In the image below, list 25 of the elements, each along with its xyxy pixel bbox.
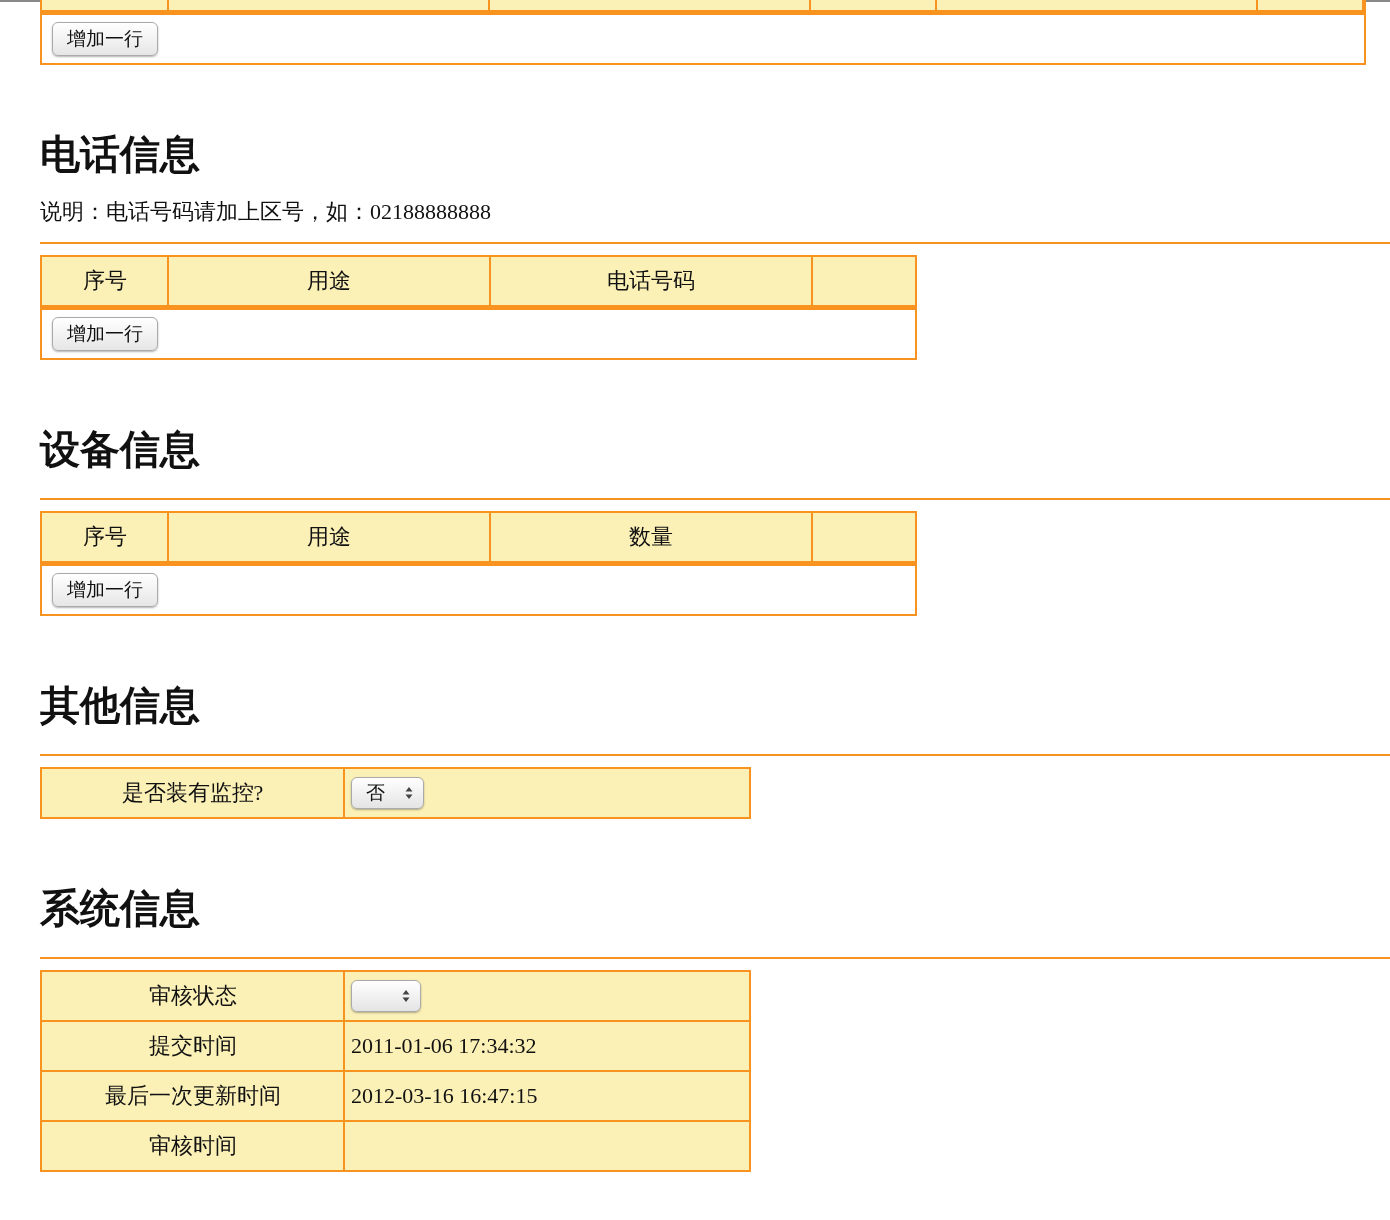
up-down-arrow-icon — [405, 786, 413, 800]
field-value: 2011-01-06 17:34:32 — [351, 1033, 537, 1059]
note-text: 说明：电话号码请加上区号，如：02188888888 — [40, 200, 492, 224]
field-value: 2012-03-16 16:47:15 — [351, 1083, 538, 1109]
field-label: 审核时间 — [42, 1122, 345, 1170]
field-label: 是否装有监控? — [42, 769, 345, 817]
column-header: 用途 — [169, 257, 491, 305]
section-heading: 系统信息 — [40, 885, 201, 933]
column-header: 数量 — [491, 513, 813, 561]
column-header: 序号 — [42, 513, 169, 561]
up-down-arrow-icon — [402, 989, 410, 1003]
section-heading: 设备信息 — [40, 426, 201, 474]
field-label: 提交时间 — [42, 1022, 345, 1070]
dropdown[interactable] — [351, 980, 421, 1012]
column-header: 序号 — [42, 257, 169, 305]
section-heading: 电话信息 — [40, 131, 201, 179]
section-heading: 其他信息 — [40, 682, 201, 730]
add-row-button[interactable]: 增加一行 — [52, 573, 158, 607]
column-header: 电话号码 — [491, 257, 813, 305]
field-label: 最后一次更新时间 — [42, 1072, 345, 1120]
dropdown[interactable]: 否 — [351, 777, 424, 809]
column-header: 用途 — [169, 513, 491, 561]
field-label: 审核状态 — [42, 972, 345, 1020]
add-row-button[interactable]: 增加一行 — [52, 22, 158, 56]
add-row-button[interactable]: 增加一行 — [52, 317, 158, 351]
